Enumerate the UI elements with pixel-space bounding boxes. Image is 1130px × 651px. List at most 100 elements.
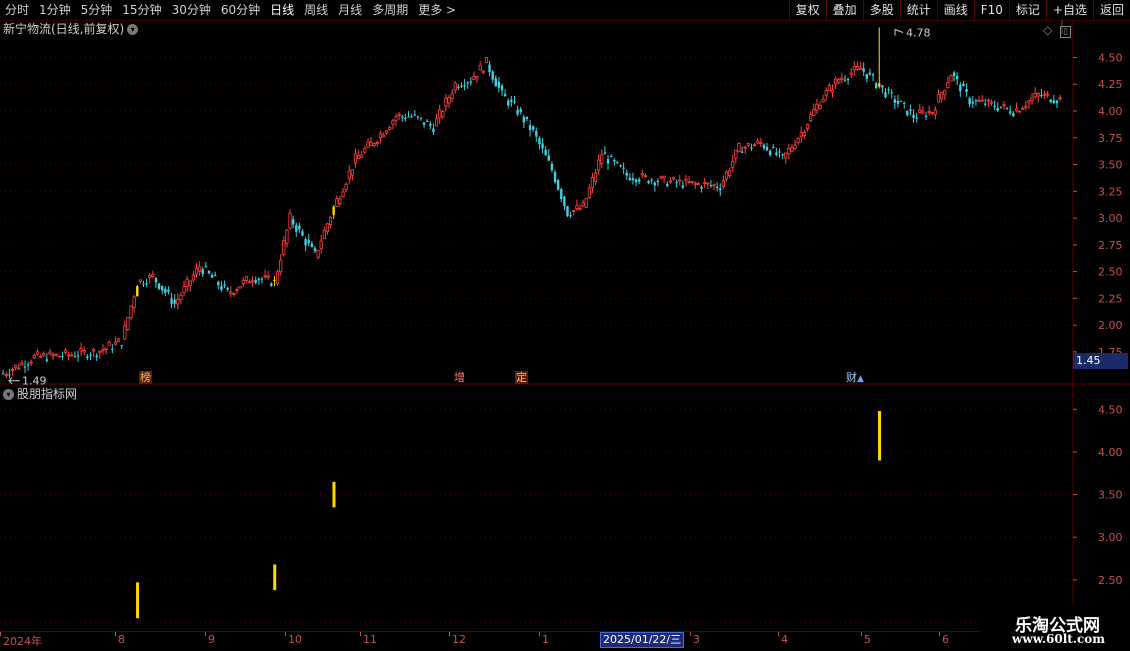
candle-body [313,248,317,252]
y-axis-label: 2.25 [1098,292,1123,305]
candle-body [715,186,719,188]
candle-body [273,279,276,281]
candle-body [668,180,672,183]
x-axis-label: 3 [693,633,700,646]
candle-body [372,143,376,146]
period-tab[interactable]: 月线 [333,0,367,20]
candle-body [335,198,339,207]
badge-cai[interactable]: 财▲ [845,371,865,386]
y-axis-label: 4.25 [1098,78,1123,91]
candle-body [640,173,644,176]
period-tab[interactable]: 日线 [265,0,299,20]
candle-body [1033,93,1037,98]
candle-body [344,183,348,190]
y-axis-label: 3.75 [1098,132,1123,145]
candle-body [613,160,616,162]
candle-body [719,188,722,191]
badge-zeng[interactable]: 增 [453,371,466,384]
candle-body [61,356,64,358]
diamond-icon[interactable]: ◇ [1043,23,1052,37]
toolbar-button[interactable]: 返回 [1092,0,1130,20]
candle-body [441,111,445,117]
badge-bang[interactable]: 榜 [139,371,152,384]
badge-ding[interactable]: 定 [515,371,528,384]
toolbar-button[interactable]: F10 [973,0,1009,20]
candle-body [940,92,944,100]
candle-body [507,100,510,106]
candle-body [14,364,18,368]
candle-body [232,293,236,295]
candle-body [510,99,513,102]
candle-body [353,153,358,164]
candle-body [319,240,323,249]
candle-body [569,215,572,217]
candle-body [170,298,173,304]
candle-body [341,191,345,198]
toolbar-button[interactable]: 画线 [936,0,974,20]
period-tab[interactable]: 1分钟 [34,0,76,20]
candle-body [82,350,86,353]
candle-body [703,182,707,185]
x-axis-label: 2024年 [3,635,42,648]
candle-body [407,116,410,118]
candle-body [151,274,155,278]
candle-body [70,354,74,357]
toolbar-button[interactable]: 叠加 [825,0,863,20]
candle-body [363,148,367,153]
toolbar-button[interactable]: 统计 [899,0,937,20]
chevron-down-icon[interactable]: ▾ [3,389,14,400]
period-tab[interactable]: 30分钟 [167,0,216,20]
candle-body [936,93,941,103]
period-tab[interactable]: 分时 [0,0,34,20]
toolbar-button[interactable]: 标记 [1008,0,1046,20]
watermark-url: www.60lt.com [1012,632,1105,646]
period-tab[interactable]: 周线 [299,0,333,20]
candle-body [279,259,283,273]
candle-body [862,68,865,72]
candle-body [388,127,392,130]
y-axis-label: 2.50 [1098,266,1123,279]
selected-date: 2025/01/22/三 [600,632,685,648]
toolbar-button[interactable]: +自选 [1045,0,1093,20]
candle-body [968,98,971,105]
x-axis-label: 10 [288,633,302,646]
panel-toggle-icon[interactable]: ▯ [1060,26,1072,38]
period-tab[interactable]: 5分钟 [76,0,118,20]
y-axis-label: 3.00 [1098,212,1123,225]
candle-body [609,156,613,158]
candle-body [765,146,769,151]
candle-body [815,103,819,111]
indicator-panel-title: ▾ 股朋指标网 [3,386,77,402]
candle-body [29,361,33,364]
toolbar-button[interactable]: 多股 [862,0,900,20]
period-tab[interactable]: 更多 > [413,0,461,20]
x-axis-tick [861,632,862,636]
candle-body [254,279,257,283]
candle-body [775,152,778,155]
period-tab[interactable]: 多周期 [367,0,413,20]
period-tab[interactable]: 60分钟 [216,0,265,20]
candle-body [578,208,582,210]
candle-body [868,72,872,75]
candle-body [628,177,632,181]
candle-body [332,206,335,215]
candle-body [827,85,831,92]
y-axis-label: 4.50 [1098,403,1123,416]
candle-body [263,275,267,278]
candle-body [1012,113,1015,117]
chevron-down-icon[interactable]: ▾ [127,24,139,35]
candle-body [737,142,741,153]
x-axis-tick [539,632,540,636]
candle-body [519,109,522,113]
y-axis-label: 4.00 [1098,446,1123,459]
candle-body [834,78,838,85]
candle-body [214,275,217,277]
candle-body [824,90,828,96]
candle-body [57,355,61,358]
kline-chart[interactable]: 1.752.002.252.502.753.003.253.503.754.00… [0,20,1130,631]
candle-body [606,159,610,164]
period-tab[interactable]: 15分钟 [117,0,166,20]
toolbar-button[interactable]: 复权 [788,0,826,20]
candle-body [207,271,211,274]
y-axis-label: 3.50 [1098,159,1123,172]
